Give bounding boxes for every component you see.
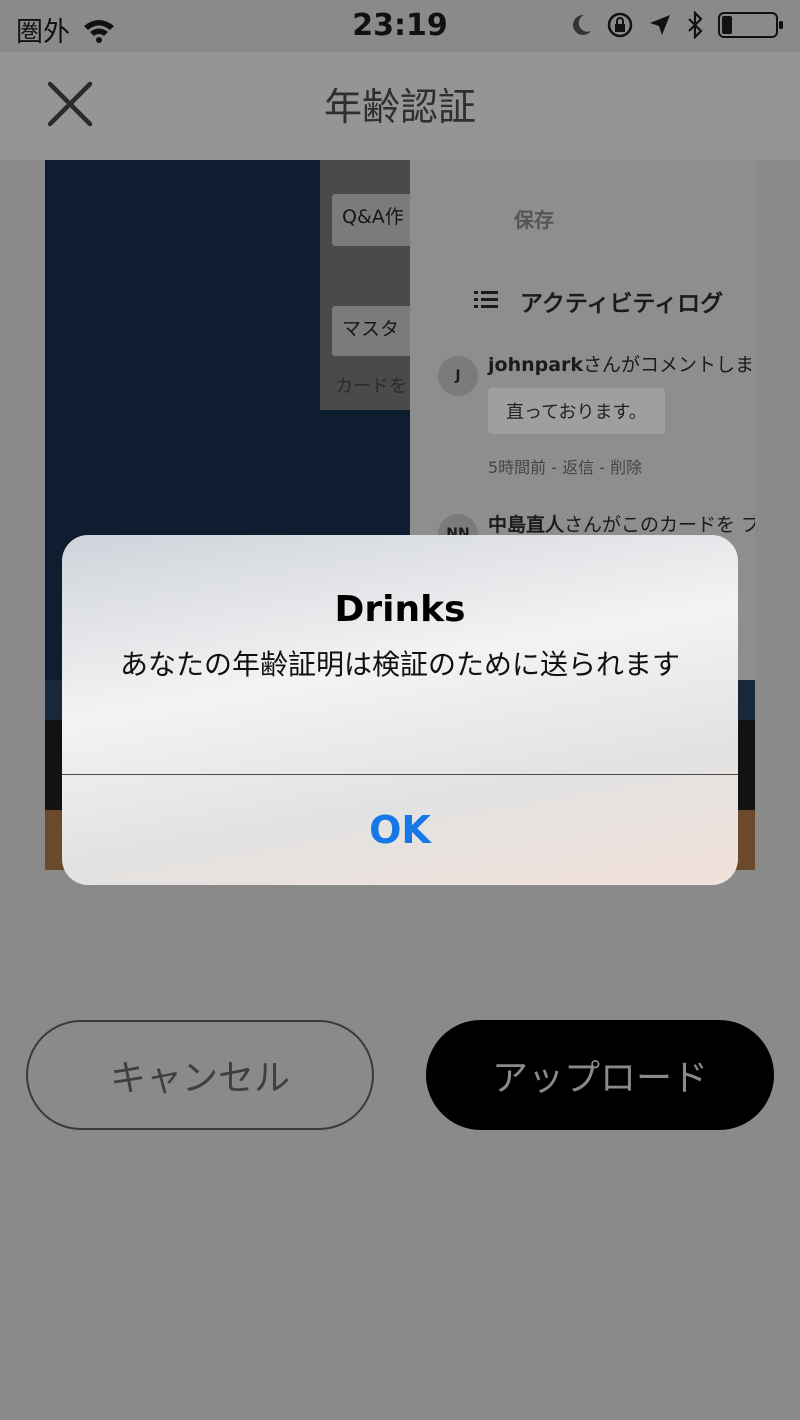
list-icon [474,291,498,308]
location-arrow-icon [650,15,670,35]
comment-bubble: 直っております。 [488,388,665,434]
bluetooth-icon [688,11,703,39]
comment-meta: 5時間前 - 返信 - 削除 [488,458,643,477]
rotation-lock-icon [607,12,633,38]
comment-header: 中島直人さんがこのカードを ブ [488,510,755,537]
moon-icon [573,14,591,35]
ok-button[interactable]: OK [62,775,738,885]
comment-user: 中島直人 [488,514,565,536]
nav-bar: 年齢認証 [0,52,800,160]
comment-action: さんがこのカードを ブ [564,514,755,536]
battery-icon [718,12,783,38]
comment-header: johnparkさんがコメントしま [488,350,754,377]
photo-left-panel: Q&A作 マスタ カードを [320,160,442,410]
cancel-button[interactable]: キャンセル [26,1020,374,1130]
alert-message: あなたの年齢証明は検証のために送られます [119,648,680,681]
alert-title: Drinks [334,589,466,630]
page-title: 年齢認証 [323,85,476,129]
photo-save-label: 保存 [514,208,554,232]
status-bar: 圏外 23:19 [0,0,800,52]
age-verification-screen: 圏外 23:19 年齢認証 Q&A作 マスタ カードを 保存 アクティビティログ… [0,0,800,1420]
battery-level-fill [722,16,732,34]
alert-dialog: Drinks あなたの年齢証明は検証のために送られます OK [62,535,738,885]
upload-button[interactable]: アップロード [426,1020,774,1130]
activity-log-title: アクティビティログ [520,291,724,317]
status-right [570,10,784,40]
comment-action: さんがコメントしま [583,354,755,376]
comment-user: johnpark [488,354,584,376]
photo-add-card-hint: カードを [335,376,407,397]
avatar: J [438,356,478,396]
